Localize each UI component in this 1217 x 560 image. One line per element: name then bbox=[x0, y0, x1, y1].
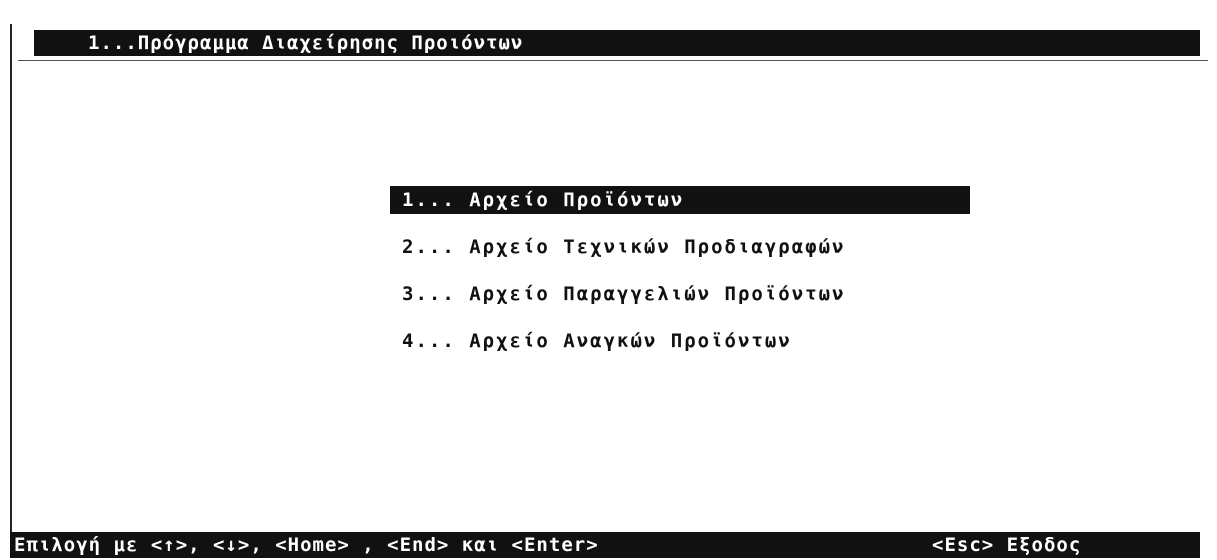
status-bar: Επιλογή με <↑>, <↓>, <Home> , <End> και … bbox=[10, 532, 1200, 558]
navigation-hint: Επιλογή με <↑>, <↓>, <Home> , <End> και … bbox=[14, 534, 599, 556]
menu-item-product-file[interactable]: 1... Αρχείο Προϊόντων bbox=[390, 186, 970, 214]
menu-item-technical-specs-file[interactable]: 2... Αρχείο Τεχνικών Προδιαγραφών bbox=[390, 233, 970, 261]
title-divider bbox=[18, 60, 1208, 61]
title-bar: 1...Πρόγραμμα Διαχείρησης Προιόντων bbox=[34, 30, 1200, 56]
main-menu: 1... Αρχείο Προϊόντων 2... Αρχείο Τεχνικ… bbox=[390, 186, 970, 374]
menu-item-product-needs-file[interactable]: 4... Αρχείο Αναγκών Προϊόντων bbox=[390, 327, 970, 355]
exit-hint[interactable]: <Esc> Εξοδος bbox=[932, 532, 1081, 558]
program-title: 1...Πρόγραμμα Διαχείρησης Προιόντων bbox=[88, 32, 524, 54]
menu-item-product-orders-file[interactable]: 3... Αρχείο Παραγγελιών Προϊόντων bbox=[390, 280, 970, 308]
